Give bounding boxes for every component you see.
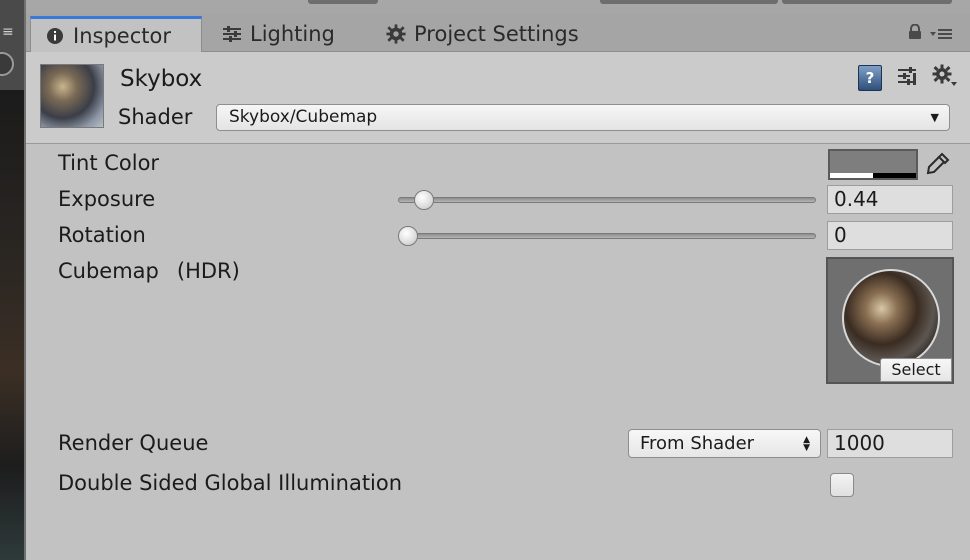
eyedropper-icon[interactable] bbox=[924, 150, 952, 178]
settings-gear-icon[interactable] bbox=[932, 64, 958, 92]
tab-label: Project Settings bbox=[414, 22, 579, 46]
tab-project-settings[interactable]: Project Settings bbox=[372, 16, 593, 52]
exposure-input[interactable]: 0.44 bbox=[827, 185, 953, 214]
material-header: Skybox Shader Skybox/Cubemap ▼ ? bbox=[26, 52, 970, 144]
tab-inspector[interactable]: Inspector bbox=[30, 16, 202, 53]
cubemap-preview bbox=[842, 269, 940, 367]
toolbar-strip bbox=[26, 0, 970, 14]
tab-lighting[interactable]: Lighting bbox=[208, 16, 349, 52]
exposure-slider-knob[interactable] bbox=[413, 190, 434, 210]
rotation-label: Rotation bbox=[58, 223, 146, 247]
shader-label: Shader bbox=[118, 105, 193, 129]
cubemap-label-text: Cubemap bbox=[58, 259, 159, 283]
render-queue-dropdown[interactable]: From Shader ▲ ▼ bbox=[628, 429, 821, 458]
lock-icon[interactable] bbox=[908, 23, 922, 44]
cubemap-texture-slot[interactable]: Select bbox=[826, 257, 954, 384]
toolbar-button-edge[interactable] bbox=[308, 0, 378, 4]
scene-view-image bbox=[0, 90, 24, 560]
tab-label: Inspector bbox=[73, 24, 171, 48]
rotation-slider-track[interactable] bbox=[398, 233, 816, 239]
lighting-sliders-icon bbox=[222, 24, 242, 44]
exposure-slider-track[interactable] bbox=[398, 197, 816, 203]
rotation-input[interactable]: 0 bbox=[827, 221, 953, 250]
scene-view-strip: ≡ bbox=[0, 0, 26, 560]
cubemap-select-button[interactable]: Select bbox=[880, 358, 952, 382]
render-queue-input[interactable]: 1000 bbox=[827, 429, 953, 458]
help-book-icon[interactable]: ? bbox=[858, 65, 882, 91]
alpha-bar bbox=[830, 173, 916, 178]
inspector-window: ≡ Inspector Lighting Project Settings Sk… bbox=[0, 0, 970, 560]
tab-bar: Inspector Lighting Project Settings bbox=[26, 14, 970, 53]
cubemap-label: Cubemap (HDR) bbox=[58, 259, 240, 283]
tab-label: Lighting bbox=[250, 22, 335, 46]
tint-color-label: Tint Color bbox=[58, 151, 160, 175]
dropdown-arrow-icon: ▼ bbox=[930, 111, 939, 124]
info-icon bbox=[45, 26, 65, 46]
gear-icon bbox=[386, 24, 406, 44]
asset-name: Skybox bbox=[120, 66, 203, 92]
exposure-label: Exposure bbox=[58, 187, 156, 211]
double-sided-gi-label: Double Sided Global Illumination bbox=[58, 471, 403, 495]
updown-arrow-icon: ▲ ▼ bbox=[803, 435, 810, 453]
cubemap-hdr-tag: (HDR) bbox=[176, 259, 240, 283]
shader-dropdown[interactable]: Skybox/Cubemap ▼ bbox=[216, 104, 950, 131]
rotation-slider-knob[interactable] bbox=[398, 226, 418, 246]
tab-menu-icon[interactable] bbox=[930, 25, 952, 44]
toolbar-button-edge[interactable] bbox=[782, 0, 952, 4]
header-tools: ? bbox=[858, 64, 958, 92]
tab-tools bbox=[908, 23, 952, 44]
render-queue-label: Render Queue bbox=[58, 431, 209, 455]
hamburger-menu-icon[interactable]: ≡ bbox=[2, 24, 18, 40]
double-sided-gi-checkbox[interactable] bbox=[830, 473, 854, 497]
material-preview-thumbnail bbox=[40, 64, 104, 128]
tint-color-swatch[interactable] bbox=[828, 149, 918, 180]
render-queue-mode: From Shader bbox=[640, 433, 755, 454]
toolbar-button-edge[interactable] bbox=[600, 0, 778, 4]
scene-gizmo-icon[interactable] bbox=[0, 52, 14, 76]
presets-icon[interactable] bbox=[896, 65, 918, 91]
shader-value: Skybox/Cubemap bbox=[229, 107, 378, 127]
